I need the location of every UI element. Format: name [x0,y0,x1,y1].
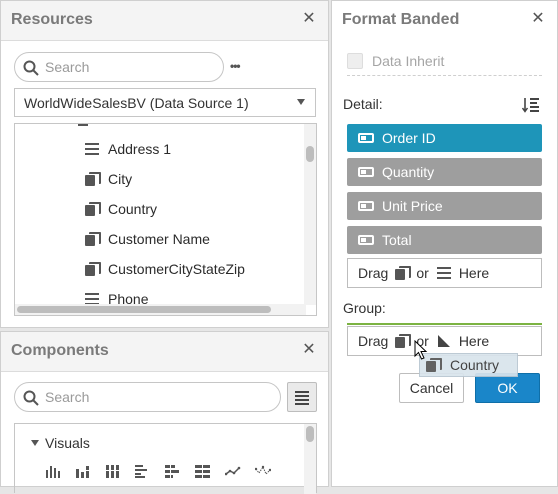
list-icon [295,391,309,393]
components-search-box[interactable] [14,382,281,412]
column-chart-icon[interactable] [45,464,61,478]
detail-field-total[interactable]: Total [347,226,542,254]
visuals-group-label[interactable]: Visuals [45,435,90,451]
detail-field-label: Quantity [382,164,435,180]
detail-field-quantity[interactable]: Quantity [347,158,542,186]
tree-item-city[interactable]: City [85,168,132,190]
vertical-scrollbar[interactable] [304,424,316,494]
resources-tree: Address 1 City Country Customer Name Cus… [14,123,317,316]
resources-header: Resources ✕ [1,1,328,41]
scrollbar-thumb[interactable] [17,306,271,313]
format-close-icon[interactable]: ✕ [529,10,547,28]
tree-item-label: City [108,171,133,187]
components-close-icon[interactable]: ✕ [300,341,318,359]
field-icon [85,142,99,156]
tag-icon [358,133,374,143]
detail-field-label: Total [382,232,412,248]
search-icon [23,60,39,76]
tree-item-customer-city-state-zip[interactable]: CustomerCityStateZip [85,258,245,280]
cancel-button[interactable]: Cancel [399,373,464,403]
expand-triangle-icon[interactable] [31,440,39,446]
tree-item-label: Country [108,201,158,217]
tree-item-label: Customer Name [108,231,210,247]
dimension-icon [85,262,101,276]
100-stacked-bar-icon[interactable] [195,464,211,478]
dimension-icon [395,334,412,348]
detail-field-order-id[interactable]: Order ID [347,124,542,152]
detail-field-label: Unit Price [382,198,443,214]
scrollbar-thumb[interactable] [306,146,314,162]
dimension-icon [395,266,412,280]
or-word: or [416,265,429,281]
vertical-scrollbar[interactable] [304,124,316,305]
tag-icon [358,167,374,177]
tag-icon [358,201,374,211]
group-drop-zone[interactable]: Drag or Here [347,326,542,356]
dimension-icon [85,202,101,216]
dimension-icon [85,232,101,246]
stacked-column-icon[interactable] [75,464,91,478]
resources-search-box[interactable] [14,52,224,82]
components-header: Components ✕ [1,332,328,372]
data-source-value: WorldWideSalesBV (Data Source 1) [24,95,249,111]
dimension-icon [85,172,101,186]
detail-field-unit-price[interactable]: Unit Price [347,192,542,220]
resources-panel: Resources ✕ ••• WorldWideSalesBV (Data S… [0,0,329,328]
dimension-icon [426,358,442,372]
scrollbar-thumb[interactable] [306,426,314,442]
tree-connector [78,124,88,126]
more-options-icon[interactable]: ••• [230,59,241,73]
format-banded-panel: Format Banded ✕ Data Inherit Detail: Ord… [331,0,558,487]
data-inherit-checkbox[interactable] [347,53,363,69]
resources-search-input[interactable] [43,58,203,76]
bar-chart-icon[interactable] [135,464,151,478]
resources-title: Resources [11,11,93,28]
format-header: Format Banded ✕ [332,1,557,41]
cursor-icon [414,340,428,360]
detail-drop-zone[interactable]: Drag or Here [347,258,542,288]
here-word: Here [458,265,490,281]
components-search-input[interactable] [43,388,203,406]
data-inherit-label: Data Inherit [372,53,445,69]
chevron-down-icon [297,99,305,105]
stacked-bar-icon[interactable] [165,464,181,478]
drag-ghost-label: Country [450,357,500,373]
scatter-chart-icon[interactable] [255,464,271,478]
horizontal-scrollbar[interactable] [15,304,306,315]
resources-close-icon[interactable]: ✕ [300,10,318,28]
drag-ghost: Country [419,353,518,377]
detail-label: Detail: [343,96,383,112]
components-title: Components [11,342,109,359]
list-view-toggle-button[interactable] [287,382,317,412]
group-drop-indicator [347,323,542,325]
search-icon [23,390,39,406]
data-source-select[interactable]: WorldWideSalesBV (Data Source 1) [14,88,316,117]
tree-item-label: Address 1 [108,141,172,157]
sort-icon[interactable] [522,97,540,113]
components-list: Visuals [14,423,317,494]
format-title: Format Banded [342,11,460,28]
tree-item-address-1[interactable]: Address 1 [85,138,171,160]
tree-item-country[interactable]: Country [85,198,157,220]
drag-word: Drag [358,333,389,349]
detail-field-label: Order ID [382,130,436,146]
line-chart-icon[interactable] [225,464,241,478]
100-stacked-column-icon[interactable] [105,464,121,478]
group-label: Group: [343,300,386,316]
here-word: Here [458,333,490,349]
tag-icon [358,235,374,245]
date-icon [437,335,450,347]
drag-word: Drag [358,265,389,281]
tree-item-customer-name[interactable]: Customer Name [85,228,210,250]
tree-item-label: CustomerCityStateZip [108,261,245,277]
divider [347,75,542,76]
field-icon [436,266,451,280]
ok-button[interactable]: OK [475,373,540,403]
